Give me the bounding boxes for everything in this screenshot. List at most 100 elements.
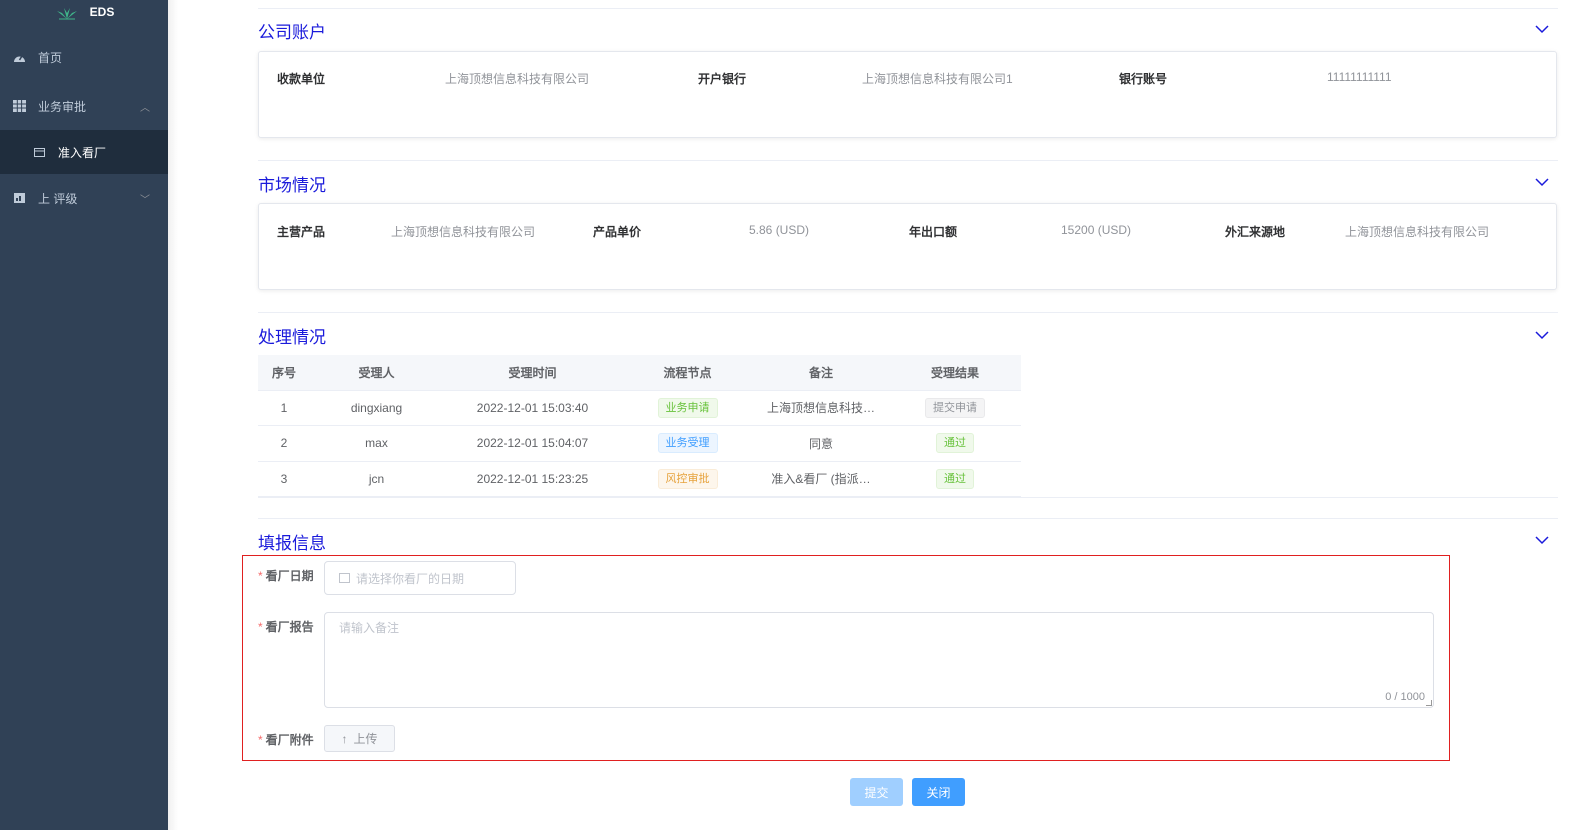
field-label: 主营产品 bbox=[277, 225, 326, 239]
resize-handle[interactable] bbox=[1426, 700, 1432, 706]
table-row: 2 max 2022-12-01 15:04:07 业务受理 同意 通过 bbox=[258, 425, 1021, 462]
field-label: 年出口额 bbox=[909, 225, 958, 239]
required-mark: * bbox=[258, 569, 263, 583]
cell-remark: 准入&看厂 (指派… bbox=[753, 461, 889, 497]
field-value: 11111111111 bbox=[1327, 70, 1392, 84]
section-title-market[interactable]: 市场情况 bbox=[258, 171, 326, 196]
field-label: 产品单价 bbox=[593, 225, 642, 239]
upload-icon: ↑ bbox=[341, 731, 348, 746]
table-header-row: 序号 受理人 受理时间 流程节点 备注 受理结果 bbox=[258, 355, 1021, 391]
sidebar-item-label: 准入看厂 bbox=[58, 145, 107, 160]
calendar-icon bbox=[32, 145, 46, 159]
table-row: 3 jcn 2022-12-01 15:23:25 风控审批 准入&看厂 (指派… bbox=[258, 461, 1021, 497]
cell-handler: max bbox=[310, 425, 443, 462]
field-value: 5.86 (USD) bbox=[749, 223, 810, 237]
company-account-card: 收款单位 上海顶想信息科技有限公司 开户银行 上海顶想信息科技有限公司1 银行账… bbox=[258, 51, 1557, 138]
logo-text: EDS bbox=[89, 5, 115, 19]
section-divider bbox=[258, 160, 1558, 161]
date-placeholder: 请选择你看厂的日期 bbox=[356, 571, 465, 586]
char-count: 0 / 1000 bbox=[1385, 691, 1425, 703]
field-value: 上海顶想信息科技有限公司 bbox=[1345, 225, 1490, 239]
section-divider bbox=[258, 497, 1558, 498]
column-header: 序号 bbox=[258, 355, 310, 391]
visit-date-picker[interactable]: 请选择你看厂的日期 bbox=[324, 561, 516, 595]
chevron-down-icon[interactable] bbox=[1535, 24, 1549, 34]
sidebar-item-business-approval[interactable]: 业务审批 ︿ bbox=[0, 84, 168, 128]
calendar-icon bbox=[339, 573, 350, 583]
field-label: 银行账号 bbox=[1119, 72, 1168, 86]
close-button[interactable]: 关闭 bbox=[912, 778, 965, 806]
cell-result: 通过 bbox=[889, 461, 1021, 497]
node-tag: 业务申请 bbox=[657, 397, 718, 418]
column-header: 流程节点 bbox=[622, 355, 753, 391]
cell-node: 业务受理 bbox=[622, 425, 753, 462]
form-label-report: * 看厂报告 bbox=[258, 618, 314, 635]
cell-result: 提交申请 bbox=[889, 390, 1021, 426]
upload-button[interactable]: ↑ 上传 bbox=[324, 725, 395, 752]
field-label: 开户银行 bbox=[698, 72, 747, 86]
sidebar-item-label: 上 评级 bbox=[38, 191, 78, 206]
section-divider bbox=[258, 8, 1558, 9]
cell-time: 2022-12-01 15:04:07 bbox=[443, 425, 622, 462]
result-tag: 通过 bbox=[936, 433, 974, 454]
column-header: 备注 bbox=[753, 355, 889, 391]
chevron-down-icon[interactable] bbox=[1535, 535, 1549, 545]
node-tag: 风控审批 bbox=[657, 468, 718, 489]
form-label-text: 看厂报告 bbox=[265, 620, 314, 634]
sidebar-item-rating[interactable]: 上 评级 ﹀ bbox=[0, 176, 168, 220]
field-value: 15200 (USD) bbox=[1061, 223, 1132, 237]
cell-result: 通过 bbox=[889, 425, 1021, 462]
market-card: 主营产品 上海顶想信息科技有限公司 产品单价 5.86 (USD) 年出口额 1… bbox=[258, 203, 1557, 290]
required-mark: * bbox=[258, 620, 263, 634]
sidebar: EDS 首页 业务审批 ︿ 准入看厂 上 评级 ﹀ bbox=[0, 0, 168, 830]
grid-icon bbox=[12, 99, 26, 113]
cell-handler: dingxiang bbox=[310, 390, 443, 426]
field-value: 上海顶想信息科技有限公司 bbox=[445, 72, 590, 86]
table-row: 1 dingxiang 2022-12-01 15:03:40 业务申请 上海顶… bbox=[258, 390, 1021, 426]
cell-node: 业务申请 bbox=[622, 390, 753, 426]
cell-node: 风控审批 bbox=[622, 461, 753, 497]
result-tag: 提交申请 bbox=[925, 397, 985, 418]
chart-icon bbox=[12, 191, 26, 205]
form-label-attachment: * 看厂附件 bbox=[258, 731, 314, 748]
form-label-text: 看厂附件 bbox=[265, 733, 314, 747]
cell-time: 2022-12-01 15:03:40 bbox=[443, 390, 622, 426]
node-tag: 业务受理 bbox=[657, 433, 718, 454]
field-label: 收款单位 bbox=[277, 72, 326, 86]
column-header: 受理时间 bbox=[443, 355, 622, 391]
column-header: 受理结果 bbox=[889, 355, 1021, 391]
section-title-company-account[interactable]: 公司账户 bbox=[258, 18, 326, 43]
sidebar-item-admission-visit[interactable]: 准入看厂 bbox=[0, 130, 168, 174]
section-divider bbox=[258, 518, 1558, 519]
cell-time: 2022-12-01 15:23:25 bbox=[443, 461, 622, 497]
chevron-down-icon: ﹀ bbox=[140, 194, 150, 206]
field-value: 上海顶想信息科技有限公司1 bbox=[862, 72, 1013, 86]
sidebar-item-home[interactable]: 首页 bbox=[0, 35, 168, 79]
field-label: 外汇来源地 bbox=[1225, 225, 1286, 239]
cell-no: 2 bbox=[258, 425, 310, 462]
form-label-text: 看厂日期 bbox=[265, 569, 314, 583]
chevron-down-icon[interactable] bbox=[1535, 177, 1549, 187]
logo: EDS bbox=[0, 0, 168, 24]
section-title-processing[interactable]: 处理情况 bbox=[258, 323, 326, 348]
sidebar-item-label: 首页 bbox=[38, 50, 63, 65]
form-label-date: * 看厂日期 bbox=[258, 567, 314, 584]
required-mark: * bbox=[258, 733, 263, 747]
cell-no: 3 bbox=[258, 461, 310, 497]
section-divider bbox=[258, 312, 1558, 313]
textarea-placeholder: 请输入备注 bbox=[339, 621, 400, 635]
sidebar-item-label: 业务审批 bbox=[38, 99, 87, 114]
cell-remark: 上海顶想信息科技… bbox=[753, 390, 889, 426]
result-tag: 通过 bbox=[936, 468, 974, 489]
upload-label: 上传 bbox=[353, 732, 378, 746]
sidebar-shadow bbox=[168, 0, 178, 830]
section-title-report[interactable]: 填报信息 bbox=[258, 529, 326, 554]
chevron-down-icon[interactable] bbox=[1535, 330, 1549, 340]
cell-remark: 同意 bbox=[753, 425, 889, 462]
column-header: 受理人 bbox=[310, 355, 443, 391]
field-value: 上海顶想信息科技有限公司 bbox=[391, 225, 536, 239]
report-textarea[interactable]: 请输入备注 0 / 1000 bbox=[324, 612, 1434, 708]
dashboard-icon bbox=[12, 50, 26, 64]
processing-table: 序号 受理人 受理时间 流程节点 备注 受理结果 1 dingxiang 202… bbox=[258, 355, 1021, 497]
submit-button[interactable]: 提交 bbox=[850, 778, 903, 806]
